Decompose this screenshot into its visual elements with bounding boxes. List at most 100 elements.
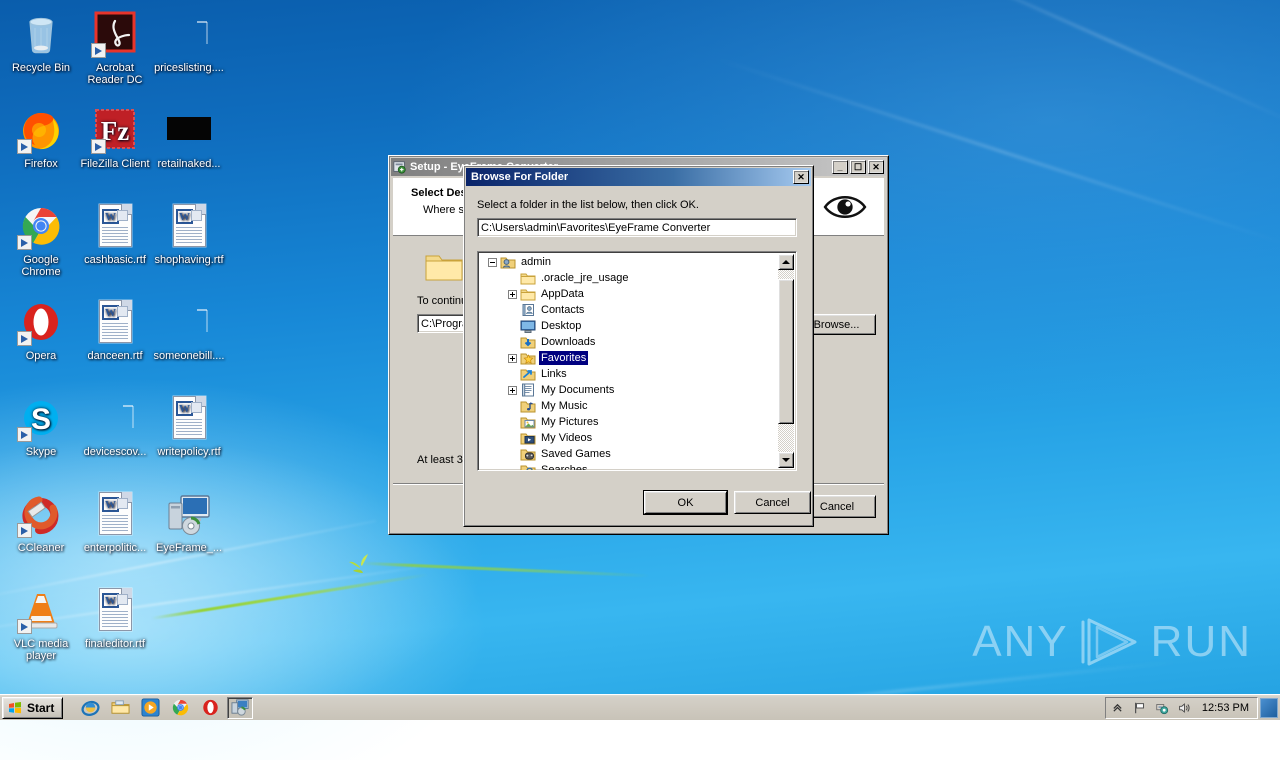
desktop-icon-acrobat-reader-dc[interactable]: Acrobat Reader DC bbox=[78, 10, 152, 86]
desktop-background: Recycle Bin Acrobat Reader DC priceslist… bbox=[0, 0, 1280, 760]
browse-ok-button[interactable]: OK bbox=[643, 490, 728, 515]
wallpaper-streak bbox=[917, 0, 1280, 128]
desktop-icon-label: devicescov... bbox=[83, 446, 147, 458]
shortcut-arrow-icon bbox=[91, 139, 106, 154]
folder-tree-item-my-pictures[interactable]: My Pictures bbox=[480, 414, 777, 430]
downloads-folder-icon bbox=[520, 335, 536, 349]
setup-maximize-button[interactable]: ☐ bbox=[850, 160, 866, 174]
expand-plus-icon[interactable] bbox=[508, 385, 517, 395]
desktop-icon-enterpolitic[interactable]: W enterpolitic... bbox=[78, 490, 152, 554]
collapse-minus-icon[interactable] bbox=[488, 257, 497, 267]
desktop-icon-priceslisting[interactable]: priceslisting.... bbox=[152, 10, 226, 74]
expand-plus-icon[interactable] bbox=[508, 353, 517, 363]
shortcut-arrow-icon bbox=[17, 619, 32, 634]
folder-tree-item-label: AppData bbox=[541, 288, 584, 300]
expand-plus-icon[interactable] bbox=[508, 289, 517, 299]
desktop-icon-firefox[interactable]: Firefox bbox=[4, 106, 78, 170]
arrow-down-icon bbox=[782, 458, 790, 462]
desktop-icon-retailnaked[interactable]: retailnaked... bbox=[152, 106, 226, 170]
desktop-icon-cashbasic-rtf[interactable]: W cashbasic.rtf bbox=[78, 202, 152, 266]
arrow-up-icon bbox=[782, 260, 790, 264]
browse-dialog-titlebar[interactable]: Browse For Folder ✕ bbox=[466, 168, 811, 186]
chrome-icon bbox=[17, 202, 65, 250]
desktop-icon-label: danceen.rtf bbox=[87, 350, 143, 362]
folder-tree-item-desktop[interactable]: Desktop bbox=[480, 318, 777, 334]
document-thumb-icon bbox=[191, 402, 202, 413]
desktop-icon-finaleditor-rtf[interactable]: W finaleditor.rtf bbox=[78, 586, 152, 650]
folder-tree-item-my-music[interactable]: My Music bbox=[480, 398, 777, 414]
taskbar-chrome-icon[interactable] bbox=[167, 697, 193, 719]
rtf-document-icon: W bbox=[91, 586, 139, 634]
folder-tree-item-oracle-jre-usage[interactable]: .oracle_jre_usage bbox=[480, 270, 777, 286]
desktop-icon-ccleaner[interactable]: CCleaner bbox=[4, 490, 78, 554]
document-icon-body: W bbox=[99, 588, 132, 631]
folder-tree-item-appdata[interactable]: AppData bbox=[480, 286, 777, 302]
desktop-icon-label: enterpolitic... bbox=[83, 542, 147, 554]
desktop-icon-danceen-rtf[interactable]: W danceen.rtf bbox=[78, 298, 152, 362]
folder-tree-container: admin .oracle_jre_usage AppData Contacts Des… bbox=[477, 251, 797, 471]
destination-folder-icon bbox=[425, 255, 463, 281]
browse-for-folder-dialog[interactable]: Browse For Folder ✕ Select a folder in t… bbox=[463, 165, 814, 527]
desktop-icon-devicescov[interactable]: devicescov... bbox=[78, 394, 152, 458]
taskbar-eyeframe-setup-task[interactable] bbox=[227, 696, 254, 719]
folder-tree-item-my-documents[interactable]: My Documents bbox=[480, 382, 777, 398]
desktop-icon-vlc-media-player[interactable]: VLC media player bbox=[4, 586, 78, 662]
show-desktop-button[interactable] bbox=[1260, 697, 1278, 718]
taskbar-clock[interactable]: 12:53 PM bbox=[1198, 702, 1253, 714]
taskbar-media-player-icon[interactable] bbox=[137, 697, 163, 719]
taskbar-windows-explorer-icon[interactable] bbox=[107, 697, 133, 719]
desktop-icon-recycle-bin[interactable]: Recycle Bin bbox=[4, 10, 78, 74]
taskbar[interactable]: Start 12:53 PM bbox=[0, 694, 1280, 720]
network-icon[interactable] bbox=[1154, 700, 1170, 716]
folder-tree-item-favorites[interactable]: Favorites bbox=[480, 350, 777, 366]
desktop-icon-someonebill[interactable]: someonebill.... bbox=[152, 298, 226, 362]
document-icon-body: W bbox=[173, 204, 206, 247]
desktop-icon-google-chrome[interactable]: Google Chrome bbox=[4, 202, 78, 278]
document-icon-body: W bbox=[173, 396, 206, 439]
setup-minimize-button[interactable]: _ bbox=[832, 160, 848, 174]
shortcut-arrow-icon bbox=[91, 43, 106, 58]
folder-tree-item-downloads[interactable]: Downloads bbox=[480, 334, 777, 350]
taskbar-internet-explorer-icon[interactable] bbox=[77, 697, 103, 719]
desktop-icon-label: writepolicy.rtf bbox=[157, 446, 221, 458]
browse-path-input[interactable]: C:\Users\admin\Favorites\EyeFrame Conver… bbox=[477, 218, 797, 237]
scroll-up-button[interactable] bbox=[778, 254, 794, 270]
volume-icon[interactable] bbox=[1176, 700, 1192, 716]
document-lines-icon bbox=[176, 227, 202, 244]
desktop-icon-shophaving-rtf[interactable]: W shophaving.rtf bbox=[152, 202, 226, 266]
start-button[interactable]: Start bbox=[2, 696, 64, 719]
folder-icon bbox=[520, 271, 536, 285]
opera-icon bbox=[17, 298, 65, 346]
start-button-label: Start bbox=[27, 700, 55, 715]
desktop-icon-skype[interactable]: S Skype bbox=[4, 394, 78, 458]
rtf-document-icon: W bbox=[91, 490, 139, 538]
browse-cancel-button[interactable]: Cancel bbox=[734, 491, 811, 514]
favorites-folder-icon bbox=[520, 351, 536, 365]
folder-tree-item-saved-games[interactable]: Saved Games bbox=[480, 446, 777, 462]
anyrun-watermark: ANY RUN bbox=[972, 616, 1252, 668]
browse-dialog-close-button[interactable]: ✕ bbox=[793, 170, 809, 184]
folder-tree-item-searches[interactable]: Searches bbox=[480, 462, 777, 470]
setup-close-button[interactable]: ✕ bbox=[868, 160, 884, 174]
desktop-icon-filezilla-client[interactable]: Fz FileZilla Client bbox=[78, 106, 152, 170]
show-hidden-icons-icon[interactable] bbox=[1110, 700, 1126, 716]
folder-tree-item-admin[interactable]: admin bbox=[480, 254, 777, 270]
searches-folder-icon bbox=[520, 463, 536, 470]
taskbar-opera-icon[interactable] bbox=[197, 697, 223, 719]
contacts-folder-icon bbox=[520, 303, 536, 317]
folder-tree-item-contacts[interactable]: Contacts bbox=[480, 302, 777, 318]
folder-tree-scrollbar[interactable] bbox=[778, 254, 794, 468]
desktop-icon-writepolicy-rtf[interactable]: W writepolicy.rtf bbox=[152, 394, 226, 458]
unknown-file-icon bbox=[91, 394, 139, 442]
folder-tree-item-my-videos[interactable]: My Videos bbox=[480, 430, 777, 446]
folder-tree-item-links[interactable]: Links bbox=[480, 366, 777, 382]
action-center-flag-icon[interactable] bbox=[1132, 700, 1148, 716]
scroll-down-button[interactable] bbox=[778, 452, 794, 468]
folder-icon bbox=[520, 287, 536, 301]
document-thumb-icon bbox=[117, 306, 128, 317]
desktop-icon-eyeframe[interactable]: EyeFrame_... bbox=[152, 490, 226, 554]
folder-tree-item-label: admin bbox=[521, 256, 551, 268]
desktop-icon-opera[interactable]: Opera bbox=[4, 298, 78, 362]
scrollbar-thumb[interactable] bbox=[778, 279, 794, 424]
folder-tree[interactable]: admin .oracle_jre_usage AppData Contacts Des… bbox=[477, 251, 797, 471]
